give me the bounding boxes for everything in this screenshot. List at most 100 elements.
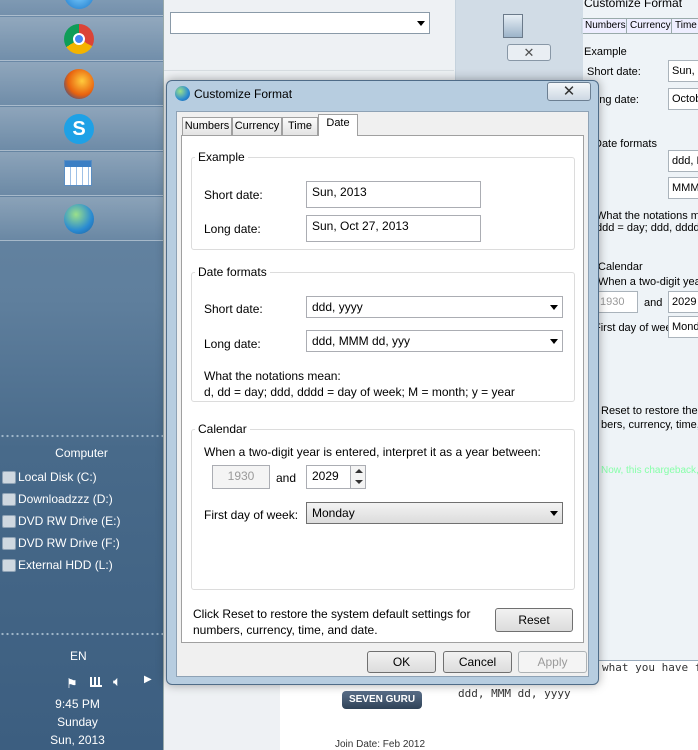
example-short-field[interactable]: Sun, 2013 [306,181,481,208]
volume-icon[interactable]: 🔈︎ [113,673,121,690]
drive-item[interactable]: Downloadzzz (D:) [0,489,163,509]
title-bar[interactable]: Customize Format ✕ [167,81,598,108]
bg-field: MMMM [668,177,698,199]
bg-tab: Time [671,18,698,34]
reset-button[interactable]: Reset [495,608,573,632]
forum-join-date: Join Date: Feb 2012 [335,739,426,750]
close-button[interactable]: ✕ [547,82,591,101]
spin-down-icon[interactable] [355,480,363,484]
first-day-value: Monday [312,506,355,520]
tab-currency[interactable]: Currency [232,117,282,135]
bg-tab: Numbers [581,18,630,34]
bg-label: When a two-digit year is en [598,276,698,288]
firefox-icon [64,69,94,99]
ok-button[interactable]: OK [367,651,436,673]
tab-panel-date: Example Short date: Sun, 2013 Long date:… [181,135,584,643]
taskbar-tile-globe[interactable] [0,197,163,241]
taskbar-tile-skype[interactable]: S [0,107,163,151]
date-formats-group-title: Date formats [195,265,270,279]
computer-label: Computer [55,446,108,460]
divider [0,434,163,438]
long-date-combo[interactable]: ddd, MMM dd, yyy [306,330,563,352]
bg-label: ddd = day; ddd, dddd = d [596,222,698,234]
dvd-drive-icon [2,515,16,528]
globe-icon [175,86,190,101]
and-label: and [276,471,297,485]
bg-tab: Currency [626,18,675,34]
notation-title: What the notations mean: [204,369,341,383]
notation-text: d, dd = day; ddd, dddd = day of week; M … [204,385,515,399]
short-date-combo[interactable]: ddd, yyyy [306,296,563,318]
calendar-group-title: Calendar [195,422,250,436]
language-indicator[interactable]: EN [70,649,87,663]
bg-label: bers, currency, time, and [601,419,698,431]
bg-label: Reset to restore the syst [601,405,698,417]
taskbar-tile-firefox[interactable] [0,62,163,106]
bg-field: Monda [668,316,698,338]
flag-icon[interactable]: ⚑ [66,676,78,692]
example-group-title: Example [195,150,248,164]
bg-field: ddd, M [668,150,698,172]
example-long-field[interactable]: Sun, Oct 27, 2013 [306,215,481,242]
bg-label: Short date: [587,66,641,78]
bg-field: 1930 [596,291,638,313]
bg-field: 2029 [668,291,698,313]
long-date-value: ddd, MMM dd, yyy [312,334,411,348]
bg-field: Octob [668,88,698,110]
bg-label: and [644,297,663,309]
bg-label: Date formats [594,138,657,150]
chevron-down-icon [550,339,558,344]
two-digit-year-text: When a two-digit year is entered, interp… [204,445,541,459]
tab-time[interactable]: Time [282,117,318,135]
bg-field: Sun, O [668,60,698,82]
bg-label: Now, this chargeback, how [601,465,698,476]
long-date-label: Long date: [204,337,261,351]
clock-time[interactable]: 9:45 PM [0,697,155,711]
hard-disk-icon [2,471,16,484]
spin-up-icon[interactable] [355,469,363,473]
bg-label: What the notations mean: [596,210,698,222]
network-icon[interactable] [90,677,102,687]
year-to-field[interactable]: 2029 [306,465,352,489]
divider [0,632,163,636]
example-long-label: Long date: [204,222,261,236]
chevron-down-icon [550,511,558,516]
dialog-client: Numbers Currency Time Date Example Short… [176,111,589,677]
first-day-combo[interactable]: Monday [306,502,563,524]
clock-day: Sunday [57,715,98,729]
forum-badge: SEVEN GURU [342,691,422,709]
example-short-label: Short date: [204,188,263,202]
ie-icon [64,0,94,9]
taskbar-tile-ie[interactable] [0,0,163,16]
taskbar: S Computer Local Disk (C:) Downloadzzz (… [0,0,163,750]
chevron-right-icon[interactable]: ▶ [144,674,152,685]
close-icon: ✕ [507,44,551,61]
forum-format-text: ddd, MMM dd, yyyy [458,687,571,700]
globe-icon [64,204,94,234]
background-combo [170,12,430,34]
bg-window-title: Customize Format [584,0,683,10]
short-date-label: Short date: [204,302,263,316]
drive-item[interactable]: External HDD (L:) [0,555,163,575]
tab-date[interactable]: Date [318,114,358,136]
forum-reply-text: what you have for [602,661,698,674]
first-day-label: First day of week: [204,508,299,522]
taskbar-tile-chrome[interactable] [0,17,163,61]
calendar-icon [64,160,92,186]
short-date-value: ddd, yyyy [312,300,363,314]
chevron-down-icon [550,305,558,310]
chrome-icon [64,24,94,54]
drive-item[interactable]: Local Disk (C:) [0,467,163,487]
tab-numbers[interactable]: Numbers [182,117,232,135]
drive-item[interactable]: DVD RW Drive (E:) [0,511,163,531]
apply-button[interactable]: Apply [518,651,587,673]
clock-date: Sun, 2013 [50,733,105,747]
year-spinner[interactable] [350,465,366,489]
customize-format-dialog: Customize Format ✕ Numbers Currency Time… [166,80,599,685]
bg-label: Calendar [598,261,643,273]
taskbar-tile-calendar[interactable] [0,152,163,196]
year-from-field: 1930 [212,465,270,489]
skype-icon: S [64,114,94,144]
cancel-button[interactable]: Cancel [443,651,512,673]
drive-item[interactable]: DVD RW Drive (F:) [0,533,163,553]
